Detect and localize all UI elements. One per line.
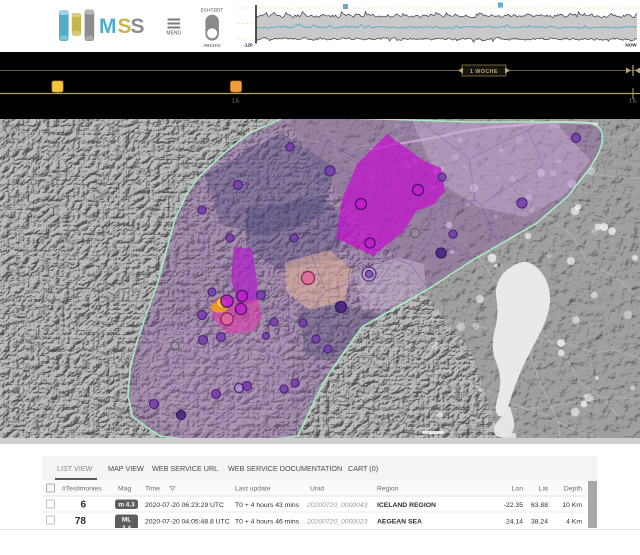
svg-text:-22.35: -22.35	[504, 502, 523, 509]
svg-text:Unid: Unid	[310, 486, 324, 493]
svg-text:78: 78	[75, 516, 87, 527]
svg-text:Lon: Lon	[512, 486, 524, 493]
svg-text:m 4.3: m 4.3	[118, 502, 135, 509]
svg-text:Time: Time	[145, 486, 160, 493]
svg-text:20200720_0000023: 20200720_0000023	[306, 519, 368, 526]
svg-text:3.4: 3.4	[122, 525, 131, 528]
svg-text:Last update: Last update	[235, 486, 271, 493]
svg-text:Lat: Lat	[539, 486, 549, 493]
svg-text:1.5.: 1.5.	[232, 99, 240, 105]
svg-text:24.14: 24.14	[506, 519, 523, 526]
svg-text:S: S	[118, 15, 132, 38]
svg-text:1.5.: 1.5.	[629, 99, 637, 105]
svg-text:4 Km: 4 Km	[566, 519, 582, 526]
svg-text:Mag: Mag	[118, 486, 131, 493]
svg-text:M: M	[99, 15, 117, 38]
svg-text:T0 + 4 hours 43 mins: T0 + 4 hours 43 mins	[235, 502, 300, 509]
svg-text:20200720_0000043: 20200720_0000043	[306, 502, 368, 509]
svg-text:2020-07-20 04:05:48.8 UTC: 2020-07-20 04:05:48.8 UTC	[145, 519, 230, 526]
svg-text:ARCHIV: ARCHIV	[203, 43, 221, 48]
svg-text:-120: -120	[243, 43, 253, 48]
svg-text:6: 6	[80, 500, 86, 511]
svg-text:Depth: Depth	[564, 486, 582, 493]
svg-text:63.88: 63.88	[531, 502, 548, 509]
svg-text:ML: ML	[122, 517, 131, 524]
svg-text:NOW: NOW	[625, 43, 637, 48]
svg-text:10 Km: 10 Km	[562, 502, 582, 509]
svg-text:2020-07-20 06:23:29 UTC: 2020-07-20 06:23:29 UTC	[145, 502, 224, 509]
svg-text:#Testimonies: #Testimonies	[62, 486, 102, 493]
svg-text:ECHTZEIT: ECHTZEIT	[201, 8, 224, 13]
svg-text:MENÜ: MENÜ	[166, 30, 181, 37]
svg-text:38.24: 38.24	[531, 519, 548, 526]
svg-text:Region: Region	[377, 486, 399, 493]
svg-text:ICELAND REGION: ICELAND REGION	[377, 502, 436, 509]
svg-text:S: S	[131, 15, 145, 38]
svg-text:1 WOCHE: 1 WOCHE	[470, 69, 498, 75]
svg-text:T0 + 4 hours 46 mins: T0 + 4 hours 46 mins	[235, 519, 300, 526]
svg-text:AEGEAN SEA: AEGEAN SEA	[377, 519, 422, 526]
